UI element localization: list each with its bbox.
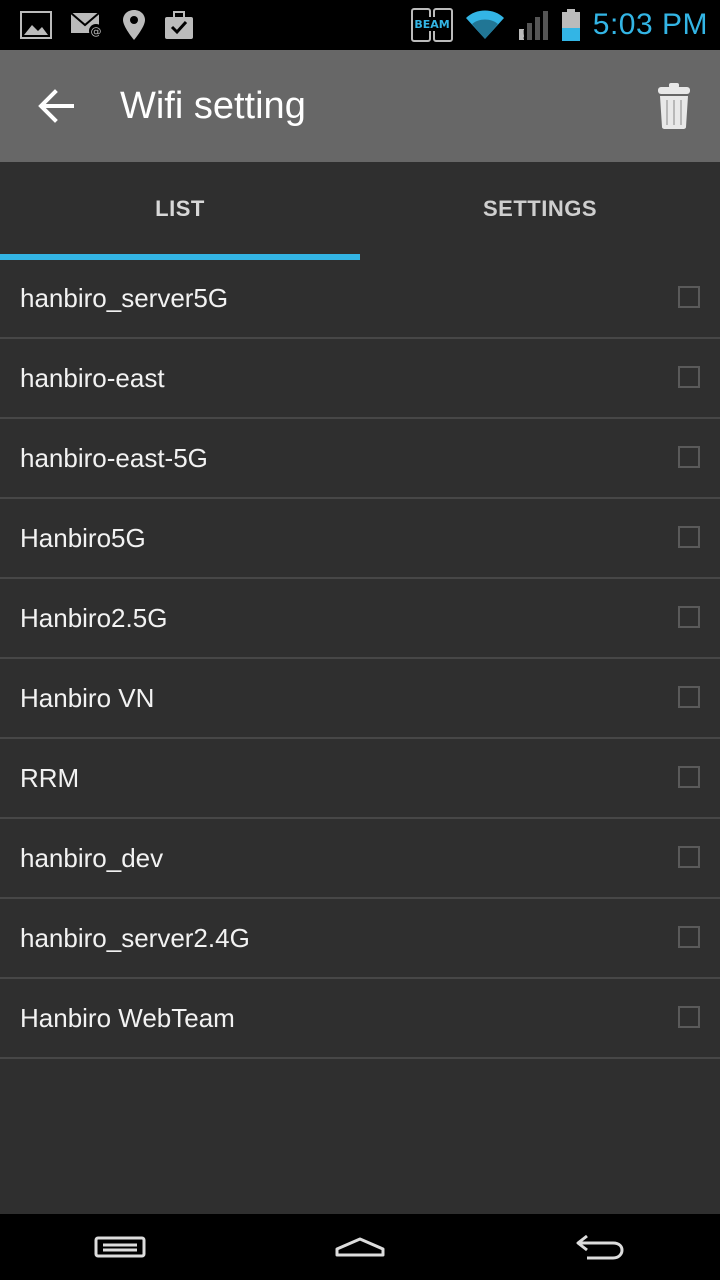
svg-text:@: @ [91,25,102,38]
wifi-name: hanbiro_dev [20,842,164,873]
recent-apps-button[interactable] [60,1217,180,1277]
svg-text:!: ! [522,28,527,41]
app-bar: Wifi setting [0,50,720,162]
status-right: BEAM ! 5:03 PM [410,8,708,42]
navigation-bar [0,1214,720,1280]
wifi-icon [465,9,505,41]
wifi-name: Hanbiro VN [20,682,155,713]
wifi-name: RRM [20,762,80,793]
location-icon [122,9,146,41]
battery-icon [561,8,581,42]
list-item[interactable]: hanbiro-east-5G [0,419,720,499]
briefcase-check-icon [164,10,194,40]
nav-back-button[interactable] [540,1217,660,1277]
checkbox[interactable] [678,446,700,468]
recent-apps-icon [94,1236,146,1258]
list-item[interactable]: Hanbiro WebTeam [0,979,720,1059]
wifi-name: Hanbiro2.5G [20,602,168,633]
checkbox[interactable] [678,1006,700,1028]
tab-list-label: LIST [155,196,205,221]
trash-icon [658,83,690,129]
list-item[interactable]: hanbiro_server2.4G [0,899,720,979]
wifi-name: hanbiro_server2.4G [20,922,250,953]
checkbox[interactable] [678,366,700,388]
arrow-back-icon [38,89,74,123]
tab-list[interactable]: LIST [0,162,360,260]
back-icon [576,1234,624,1260]
wifi-name: Hanbiro5G [20,522,146,553]
list-item[interactable]: Hanbiro VN [0,659,720,739]
checkbox[interactable] [678,606,700,628]
wifi-name: hanbiro-east [20,362,165,393]
wifi-name: Hanbiro WebTeam [20,1002,235,1033]
checkbox[interactable] [678,686,700,708]
tab-settings[interactable]: SETTINGS [360,162,720,260]
checkbox[interactable] [678,926,700,948]
page-title: Wifi setting [120,84,306,127]
tab-bar: LIST SETTINGS [0,162,720,260]
email-icon: @ [70,11,104,39]
list-item[interactable]: hanbiro_dev [0,819,720,899]
signal-icon: ! [517,9,549,41]
back-button[interactable] [20,70,92,142]
tab-settings-label: SETTINGS [482,196,597,221]
checkbox[interactable] [678,526,700,548]
checkbox[interactable] [678,846,700,868]
beam-icon: BEAM [410,8,453,42]
wifi-name: hanbiro-east-5G [20,442,208,473]
list-item[interactable]: Hanbiro2.5G [0,579,720,659]
delete-button[interactable] [642,70,706,142]
list-item[interactable]: hanbiro-east [0,339,720,419]
list-item[interactable]: RRM [0,739,720,819]
checkbox[interactable] [678,766,700,788]
home-icon [335,1237,385,1257]
status-bar: @ BEAM ! 5:03 PM [0,0,720,50]
list-item[interactable]: Hanbiro5G [0,499,720,579]
list-item[interactable]: hanbiro_server5G [0,259,720,339]
wifi-name: hanbiro_server5G [20,282,229,313]
status-left: @ [20,9,194,41]
checkbox[interactable] [678,286,700,308]
beam-label: BEAM [414,18,449,31]
wifi-list: hanbiro_server5G hanbiro-east hanbiro-ea… [0,259,720,1059]
home-button[interactable] [300,1217,420,1277]
status-clock: 5:03 PM [592,8,708,41]
gallery-icon [20,11,52,39]
